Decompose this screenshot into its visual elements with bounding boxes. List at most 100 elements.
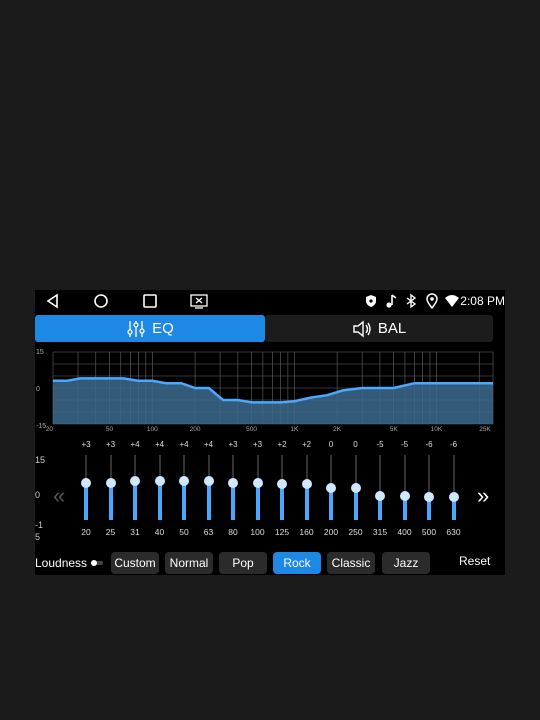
- eq-slider-400[interactable]: -5 400: [394, 440, 416, 540]
- band-gain-value: +3: [81, 440, 91, 449]
- eq-slider-315[interactable]: -5 315: [369, 440, 391, 540]
- band-gain-value: +2: [277, 440, 287, 449]
- slider-knob[interactable]: [301, 479, 312, 490]
- slider-fill: [157, 481, 162, 520]
- band-gain-value: +3: [105, 440, 116, 449]
- graph-x-tick: 500: [246, 426, 257, 432]
- eq-slider-80[interactable]: +3 80: [222, 440, 244, 540]
- slider-fill: [133, 481, 137, 520]
- slider-knob[interactable]: [448, 492, 459, 503]
- slider-fill: [280, 484, 284, 520]
- back-icon[interactable]: [45, 293, 61, 309]
- graph-x-tick: 200: [190, 426, 201, 432]
- tab-eq-label: EQ: [152, 320, 174, 337]
- slider-knob[interactable]: [81, 477, 91, 488]
- slider-fill: [231, 482, 235, 520]
- graph-x-tick: 2K: [333, 426, 342, 432]
- eq-slider-100[interactable]: +3 100: [247, 440, 269, 540]
- eq-slider-125[interactable]: +2 125: [271, 440, 293, 540]
- tab-eq[interactable]: EQ: [35, 315, 265, 342]
- preset-bar: Loudness Custom Normal Pop Rock Classic …: [35, 550, 505, 575]
- slider-knob[interactable]: [252, 477, 263, 488]
- graph-x-tick: 50: [106, 426, 114, 432]
- graph-x-tick: 5K: [390, 426, 399, 432]
- slider-fill: [255, 482, 260, 520]
- reset-button[interactable]: Reset: [459, 554, 490, 568]
- graph-x-tick: 100: [147, 426, 158, 432]
- slider-fill: [304, 484, 309, 520]
- band-gain-value: +3: [228, 440, 238, 449]
- eq-slider-50[interactable]: +4 50: [173, 440, 195, 540]
- band-frequency-label: 630: [446, 527, 461, 537]
- graph-x-tick: 1K: [290, 426, 299, 432]
- preset-rock[interactable]: Rock: [273, 552, 321, 574]
- tab-bar: EQ BAL: [35, 315, 505, 342]
- preset-jazz[interactable]: Jazz: [382, 552, 430, 574]
- graph-y-tick: 15: [36, 349, 44, 356]
- eq-slider-250[interactable]: 0 250: [345, 440, 367, 540]
- location-icon: [426, 293, 438, 309]
- eq-slider-63[interactable]: +4 63: [198, 440, 220, 540]
- slider-knob[interactable]: [350, 482, 361, 493]
- recents-icon[interactable]: [142, 293, 158, 309]
- eq-slider-40[interactable]: +4 40: [149, 440, 171, 540]
- sliders-icon: [127, 320, 145, 337]
- eq-slider-200[interactable]: 0 200: [320, 440, 342, 540]
- eq-sliders: +3 20 +3 25 +4 31 +4 40 +4 50 +4 63 +3 80 +3 100 +2 125 +2…: [35, 440, 505, 540]
- tab-bal-label: BAL: [377, 320, 407, 337]
- band-gain-value: +4: [203, 440, 214, 449]
- music-note-icon: [386, 294, 397, 308]
- slider-fill: [206, 481, 211, 520]
- band-gain-value: +4: [154, 440, 165, 449]
- screenshot-close-icon[interactable]: [190, 293, 208, 309]
- frequency-response-graph: 15 0 -15 20 50 100 200 500 1K 2K 5K 10K 25K: [36, 349, 494, 432]
- slider-fill: [108, 482, 113, 520]
- clock: 2:08 PM: [460, 294, 505, 308]
- slider-knob[interactable]: [105, 477, 116, 488]
- band-gain-value: -5: [400, 440, 409, 449]
- band-gain-value: -6: [449, 440, 458, 449]
- eq-slider-20[interactable]: +3 20: [75, 440, 97, 540]
- status-bar: 2:08 PM: [35, 290, 505, 312]
- eq-screen: 2:08 PM EQ BAL 15 0 -15 20 50 100 200 50…: [35, 290, 505, 575]
- graph-x-tick: 25K: [479, 426, 491, 432]
- band-gain-value: 0: [353, 440, 358, 449]
- bluetooth-icon: [406, 293, 417, 309]
- slider-knob[interactable]: [399, 490, 410, 501]
- preset-pop[interactable]: Pop: [219, 552, 267, 574]
- tab-bal[interactable]: BAL: [265, 315, 493, 342]
- preset-normal[interactable]: Normal: [165, 552, 213, 574]
- eq-slider-25[interactable]: +3 25: [100, 440, 122, 540]
- graph-y-tick: 0: [36, 386, 40, 393]
- eq-slider-31[interactable]: +4 31: [124, 440, 146, 540]
- graph-x-tick: 20: [46, 426, 54, 432]
- slider-knob[interactable]: [326, 482, 336, 493]
- home-icon[interactable]: [93, 293, 109, 309]
- slider-knob[interactable]: [130, 476, 140, 486]
- band-gain-value: 0: [328, 440, 334, 449]
- preset-classic[interactable]: Classic: [327, 552, 375, 574]
- graph-x-tick: 10K: [431, 426, 443, 432]
- shield-icon: [366, 295, 376, 307]
- slider-knob[interactable]: [228, 477, 238, 488]
- band-gain-value: -5: [376, 440, 384, 449]
- eq-slider-160[interactable]: +2 160: [296, 440, 318, 540]
- loudness-label: Loudness: [35, 556, 88, 570]
- slider-fill: [84, 482, 88, 520]
- slider-fill: [182, 481, 186, 520]
- graph-y-tick: -15: [36, 423, 46, 430]
- slider-knob[interactable]: [375, 490, 385, 501]
- band-gain-value: +4: [130, 440, 140, 449]
- loudness-toggle[interactable]: [91, 560, 103, 566]
- eq-slider-500[interactable]: -6 500: [418, 440, 440, 540]
- eq-slider-630[interactable]: -6 630: [443, 440, 465, 540]
- slider-knob[interactable]: [179, 476, 189, 486]
- slider-knob[interactable]: [154, 476, 165, 486]
- preset-custom[interactable]: Custom: [111, 552, 159, 574]
- slider-knob[interactable]: [203, 476, 214, 486]
- slider-knob[interactable]: [424, 492, 434, 503]
- wifi-icon: [445, 295, 459, 307]
- slider-knob[interactable]: [277, 479, 287, 490]
- band-gain-value: +4: [179, 440, 189, 449]
- band-gain-value: +3: [252, 440, 263, 449]
